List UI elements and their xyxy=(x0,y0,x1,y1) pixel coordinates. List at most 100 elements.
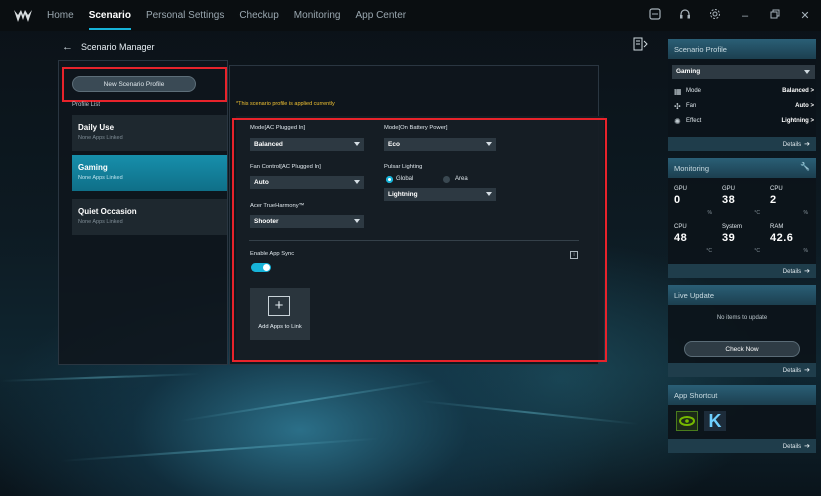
mode-battery-value: Eco xyxy=(388,141,400,148)
right-sidebar: Scenario Profile Gaming ▦ Mode Balanced … xyxy=(663,31,821,496)
metric-value: 0 xyxy=(674,194,681,206)
profile-subtitle: None Apps Linked xyxy=(78,175,123,181)
plus-icon: + xyxy=(268,296,290,316)
details-label: Details xyxy=(782,142,802,148)
mode-ac-label: Mode[AC Plugged In] xyxy=(250,125,306,131)
mode-icon: ▦ xyxy=(674,87,682,96)
details-link[interactable]: Details ➔ xyxy=(668,363,816,377)
ram-usage-cell: RAM 42.6 % xyxy=(770,224,810,254)
lighting-effect-value: Lightning xyxy=(388,191,418,198)
no-items-text: No items to update xyxy=(716,315,768,321)
details-link[interactable]: Details ➔ xyxy=(668,137,816,151)
live-update-card: Live Update No items to update Check Now… xyxy=(668,285,816,377)
mode-value: Balanced > xyxy=(782,88,814,94)
profile-item-gaming[interactable]: Gaming None Apps Linked xyxy=(72,155,227,191)
fan-row[interactable]: ✣ Fan Auto > xyxy=(674,102,814,115)
check-now-button[interactable]: Check Now xyxy=(684,341,800,357)
tab-home[interactable]: Home xyxy=(47,4,74,27)
metric-label: CPU xyxy=(770,186,783,192)
effect-key: Effect xyxy=(686,118,702,124)
profile-name: Daily Use xyxy=(78,123,115,132)
monitoring-title: Monitoring xyxy=(674,164,710,173)
profile-name: Quiet Occasion xyxy=(78,207,137,216)
tab-monitoring[interactable]: Monitoring xyxy=(294,4,341,27)
metric-value: 38 xyxy=(722,194,736,206)
profile-subtitle: None Apps Linked xyxy=(78,219,123,225)
mode-row[interactable]: ▦ Mode Balanced > xyxy=(674,87,814,100)
restore-icon[interactable] xyxy=(767,9,783,22)
scenario-profile-select[interactable]: Gaming xyxy=(672,65,815,79)
gpu-temp-cell: GPU 38 °C xyxy=(722,186,762,216)
app-sync-label: Enable App Sync xyxy=(250,251,295,257)
profile-item-daily-use[interactable]: Daily Use None Apps Linked xyxy=(72,115,227,151)
metric-unit: % xyxy=(707,210,712,216)
metric-label: GPU xyxy=(722,186,736,192)
radio-area-label: Area xyxy=(455,176,468,182)
tab-scenario[interactable]: Scenario xyxy=(88,4,132,30)
metric-unit: °C xyxy=(706,248,712,254)
metric-label: System xyxy=(722,224,743,230)
tab-app-center[interactable]: App Center xyxy=(356,4,407,27)
metric-label: GPU xyxy=(674,186,688,192)
tab-checkup[interactable]: Checkup xyxy=(239,4,278,27)
profile-list-label: Profile List xyxy=(72,102,101,108)
effect-value: Lightning > xyxy=(781,118,815,124)
tab-personal-settings[interactable]: Personal Settings xyxy=(146,4,224,27)
effect-row[interactable]: ✺ Effect Lightning > xyxy=(674,117,815,130)
radio-global[interactable] xyxy=(386,176,393,183)
chevron-down-icon xyxy=(804,70,810,74)
add-apps-button[interactable]: + Add Apps to Link xyxy=(250,288,310,340)
metric-unit: % xyxy=(803,210,808,216)
new-scenario-profile-button[interactable]: New Scenario Profile xyxy=(72,76,196,92)
chevron-down-icon xyxy=(486,142,492,146)
metric-label: CPU xyxy=(674,224,687,230)
back-arrow-icon[interactable]: ← xyxy=(62,41,73,53)
page-title: Scenario Manager xyxy=(81,42,155,52)
headset-icon[interactable] xyxy=(677,8,693,23)
mode-battery-select[interactable]: Eco xyxy=(384,138,496,151)
details-link[interactable]: Details ➔ xyxy=(668,264,816,278)
screenshot-icon[interactable] xyxy=(647,8,663,23)
fan-control-label: Fan Control[AC Plugged In] xyxy=(250,164,321,170)
predator-logo xyxy=(13,9,33,23)
chevron-down-icon xyxy=(354,180,360,184)
profile-subtitle: None Apps Linked xyxy=(78,135,123,141)
mode-ac-select[interactable]: Balanced xyxy=(250,138,364,151)
profile-item-quiet-occasion[interactable]: Quiet Occasion None Apps Linked xyxy=(72,199,227,235)
profile-name: Gaming xyxy=(78,163,108,172)
fan-control-select[interactable]: Auto xyxy=(250,176,364,189)
nvidia-icon[interactable] xyxy=(676,411,698,431)
card-title: App Shortcut xyxy=(668,385,816,405)
metric-label: RAM xyxy=(770,224,784,230)
card-title: Scenario Profile xyxy=(668,39,816,59)
add-apps-label: Add Apps to Link xyxy=(258,324,302,330)
trueharmony-select[interactable]: Shooter xyxy=(250,215,364,228)
minimize-icon[interactable]: – xyxy=(737,10,753,22)
monitoring-card: Monitoring 🔧 GPU 0 % GPU 38 °C CPU 2 % CP… xyxy=(668,158,816,278)
arrow-right-icon: ➔ xyxy=(804,141,810,148)
metric-value: 42.6 xyxy=(770,232,794,244)
trueharmony-value: Shooter xyxy=(254,218,279,225)
lighting-effect-select[interactable]: Lightning xyxy=(384,188,496,201)
settings-gear-icon[interactable] xyxy=(707,8,723,23)
gpu-usage-cell: GPU 0 % xyxy=(674,186,714,216)
arrow-right-icon: ➔ xyxy=(804,268,810,275)
scenario-profile-card: Scenario Profile Gaming ▦ Mode Balanced … xyxy=(668,39,816,151)
wrench-icon[interactable]: 🔧 xyxy=(800,162,810,171)
k-app-icon[interactable]: K xyxy=(704,411,726,431)
applied-note: *This scenario profile is applied curren… xyxy=(236,101,335,107)
info-icon[interactable]: i xyxy=(570,251,578,259)
arrow-right-icon: ➔ xyxy=(804,443,810,450)
collapse-sidebar-icon[interactable] xyxy=(633,37,651,52)
scenario-profile-value: Gaming xyxy=(676,68,701,75)
fan-key: Fan xyxy=(686,103,697,109)
radio-area[interactable] xyxy=(443,176,450,183)
chevron-down-icon xyxy=(354,219,360,223)
metric-value: 2 xyxy=(770,194,777,206)
chevron-down-icon xyxy=(486,192,492,196)
details-link[interactable]: Details ➔ xyxy=(668,439,816,453)
close-icon[interactable]: ✕ xyxy=(797,9,813,22)
card-title: Live Update xyxy=(668,285,816,305)
app-sync-toggle[interactable] xyxy=(251,263,271,272)
breadcrumb: ← Scenario Manager xyxy=(62,40,155,54)
